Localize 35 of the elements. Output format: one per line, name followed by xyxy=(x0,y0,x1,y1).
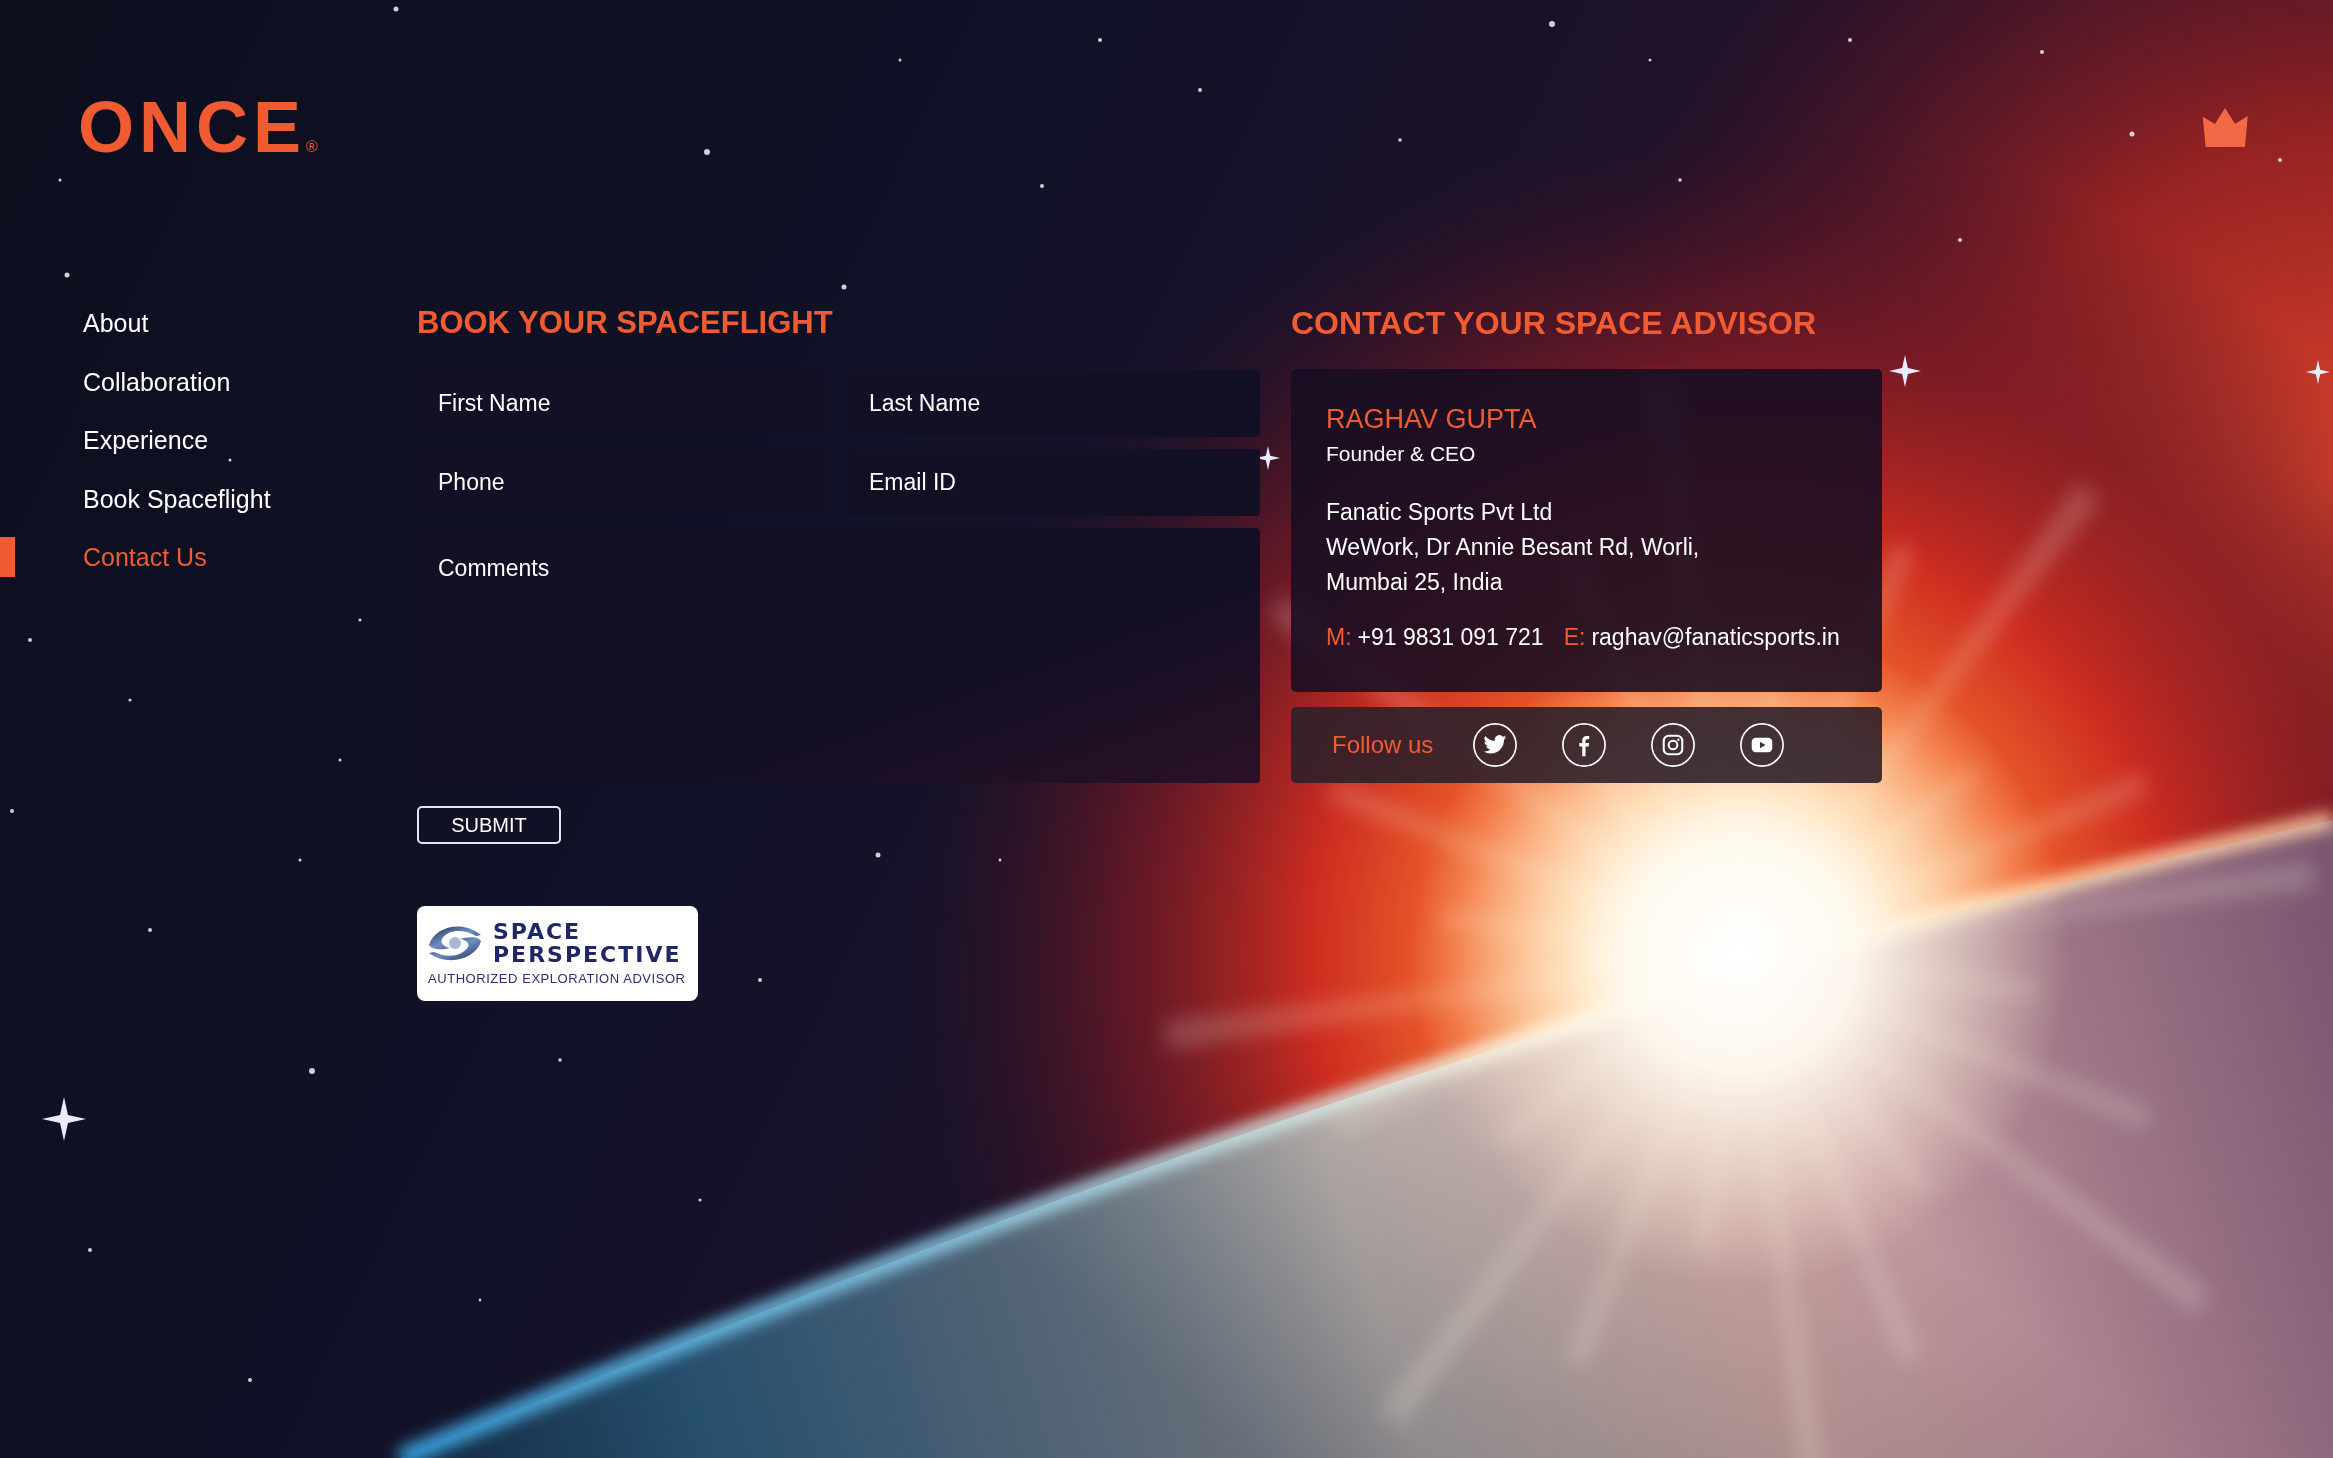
address-line: Fanatic Sports Pvt Ltd xyxy=(1326,498,1553,527)
phone-label: M: xyxy=(1326,623,1352,652)
phone-number: +91 9831 091 721 xyxy=(1357,623,1544,652)
bird-icon[interactable] xyxy=(1473,723,1518,767)
badge-title: SPACE PERSPECTIVE xyxy=(493,920,682,966)
sparkle-icon xyxy=(42,1097,86,1141)
advisor-role: Founder & CEO xyxy=(1326,441,1476,467)
input-field[interactable]: Phone xyxy=(417,449,829,516)
swirl-logo-icon xyxy=(428,923,482,963)
address-line: WeWork, Dr Annie Besant Rd, Worli, xyxy=(1326,533,1700,562)
brand-logo[interactable]: ONCE xyxy=(78,91,307,163)
input-field[interactable]: Email ID xyxy=(848,449,1260,516)
advisor-name: RAGHAV GUPTA xyxy=(1326,403,1537,435)
submit-button[interactable]: SUBMIT xyxy=(417,806,561,844)
sparkle-icon xyxy=(1889,355,1921,387)
section-heading: CONTACT YOUR SPACE ADVISOR xyxy=(1291,304,1818,343)
crown-icon[interactable] xyxy=(2202,108,2248,147)
follow-label: Follow us xyxy=(1332,730,1434,760)
email-label: E: xyxy=(1563,623,1586,652)
play-button-icon[interactable] xyxy=(1740,723,1785,767)
email-link[interactable]: raghav@fanaticsports.in xyxy=(1591,620,1840,655)
address-line: Mumbai 25, India xyxy=(1326,568,1503,597)
comments-field[interactable]: Comments xyxy=(417,528,1260,783)
camera-icon[interactable] xyxy=(1651,723,1696,767)
registered-mark: ® xyxy=(306,139,318,155)
badge-tagline: AUTHORIZED EXPLORATION ADVISOR xyxy=(428,971,687,986)
section-heading: BOOK YOUR SPACEFLIGHT xyxy=(417,304,833,342)
nav-link[interactable]: Book Spaceflight xyxy=(83,483,271,514)
letter-f-icon[interactable] xyxy=(1562,723,1607,767)
input-field[interactable]: Last Name xyxy=(848,370,1260,437)
nav-link[interactable]: Collaboration xyxy=(83,366,231,397)
nav-link[interactable]: About xyxy=(83,308,149,338)
nav-link[interactable]: Contact Us xyxy=(83,542,207,572)
sparkle-icon xyxy=(2306,360,2330,384)
nav-link[interactable]: Experience xyxy=(83,425,209,455)
